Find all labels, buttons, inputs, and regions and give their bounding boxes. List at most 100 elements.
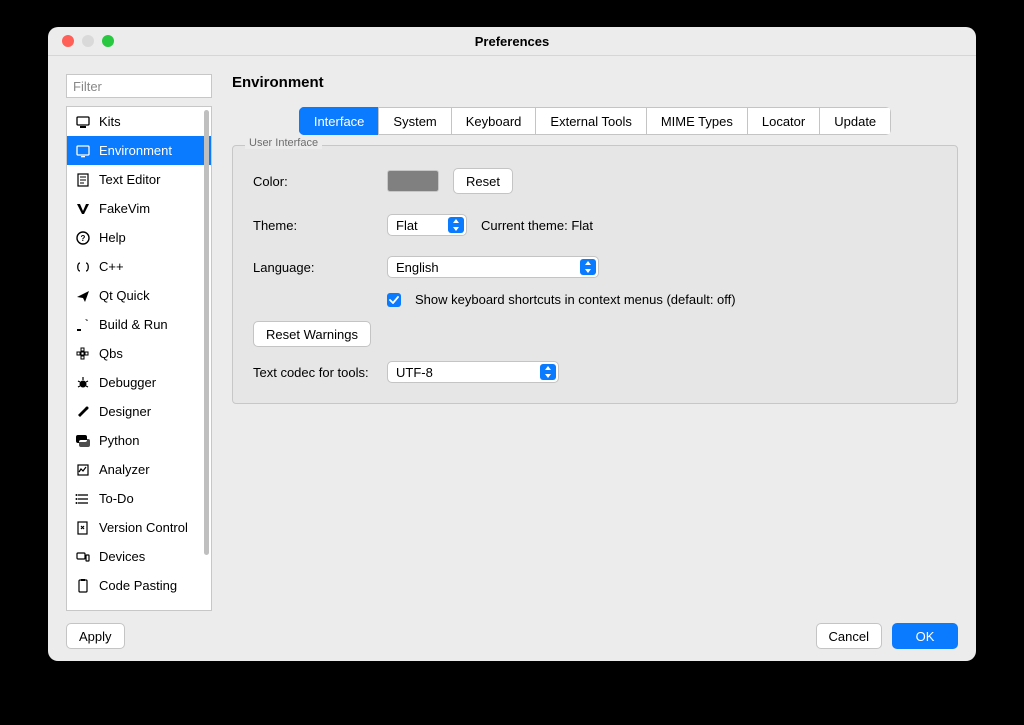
sidebar-item-label: Text Editor: [99, 172, 160, 187]
category-sidebar: Kits Environment Text Editor FakeVim Help C++…: [66, 106, 212, 611]
python-icon: [75, 433, 91, 449]
tabs-area: InterfaceSystemKeyboardExternal ToolsMIM…: [232, 107, 958, 135]
qbs-icon: [75, 346, 91, 362]
footer: Apply Cancel OK: [66, 611, 958, 649]
codepasting-icon: [75, 578, 91, 594]
sidebar-item-qt-quick[interactable]: Qt Quick: [67, 281, 211, 310]
main-pane: Environment InterfaceSystemKeyboardExter…: [232, 74, 958, 611]
sidebar-item-c-[interactable]: C++: [67, 252, 211, 281]
sidebar-item-label: Designer: [99, 404, 151, 419]
analyzer-icon: [75, 462, 91, 478]
row-theme: Theme: Flat Current theme: Flat: [253, 214, 937, 236]
language-select[interactable]: English: [387, 256, 599, 278]
codec-select-value: UTF-8: [396, 365, 433, 380]
color-swatch[interactable]: [387, 170, 439, 192]
sidebar-item-python[interactable]: Python: [67, 426, 211, 455]
sidebar-item-label: Version Control: [99, 520, 188, 535]
sidebar-item-label: Kits: [99, 114, 121, 129]
sidebar-item-label: Build & Run: [99, 317, 168, 332]
tab-mime-types[interactable]: MIME Types: [646, 107, 747, 135]
devices-icon: [75, 549, 91, 565]
sidebar-item-label: Qt Quick: [99, 288, 150, 303]
sidebar-item-analyzer[interactable]: Analyzer: [67, 455, 211, 484]
sidebar-item-label: C++: [99, 259, 124, 274]
chevron-updown-icon: [583, 260, 593, 274]
sidebar-item-fakevim[interactable]: FakeVim: [67, 194, 211, 223]
page-title: Environment: [232, 74, 958, 91]
tab-locator[interactable]: Locator: [747, 107, 819, 135]
text-editor-icon: [75, 172, 91, 188]
sidebar-item-label: FakeVim: [99, 201, 150, 216]
chevron-updown-icon: [543, 365, 553, 379]
shortcuts-checkbox-label: Show keyboard shortcuts in context menus…: [415, 292, 736, 307]
buildrun-icon: [75, 317, 91, 333]
qtquick-icon: [75, 288, 91, 304]
sidebar-item-qbs[interactable]: Qbs: [67, 339, 211, 368]
row-color: Color: Reset: [253, 168, 937, 194]
sidebar-item-code-pasting[interactable]: Code Pasting: [67, 571, 211, 600]
sidebar-wrap: Kits Environment Text Editor FakeVim Help C++…: [66, 106, 212, 611]
sidebar-item-label: To-Do: [99, 491, 134, 506]
window-body: Filter Kits Environment Text Editor FakeVim…: [48, 56, 976, 661]
tab-interface[interactable]: Interface: [299, 107, 379, 135]
sidebar-item-label: Environment: [99, 143, 172, 158]
sidebar-item-to-do[interactable]: To-Do: [67, 484, 211, 513]
shortcuts-checkbox[interactable]: [387, 293, 401, 307]
group-legend: User Interface: [245, 137, 322, 149]
tab-system[interactable]: System: [378, 107, 450, 135]
upper-area: Filter Kits Environment Text Editor FakeVim…: [66, 74, 958, 611]
sidebar-item-label: Analyzer: [99, 462, 150, 477]
tab-keyboard[interactable]: Keyboard: [451, 107, 536, 135]
fakevim-icon: [75, 201, 91, 217]
ok-button[interactable]: OK: [892, 623, 958, 649]
reset-warnings-button[interactable]: Reset Warnings: [253, 321, 371, 347]
chevron-updown-icon: [451, 218, 461, 232]
tab-bar: InterfaceSystemKeyboardExternal ToolsMIM…: [299, 107, 891, 135]
window-title: Preferences: [48, 34, 976, 49]
sidebar-item-label: Qbs: [99, 346, 123, 361]
language-select-value: English: [396, 260, 439, 275]
label-language: Language:: [253, 260, 373, 275]
left-column: Filter Kits Environment Text Editor FakeVim…: [66, 74, 212, 611]
filter-input[interactable]: Filter: [66, 74, 212, 98]
row-shortcuts: Show keyboard shortcuts in context menus…: [253, 292, 937, 307]
reset-color-button[interactable]: Reset: [453, 168, 513, 194]
sidebar-item-label: Python: [99, 433, 139, 448]
tab-update[interactable]: Update: [819, 107, 891, 135]
sidebar-item-debugger[interactable]: Debugger: [67, 368, 211, 397]
sidebar-item-help[interactable]: Help: [67, 223, 211, 252]
label-codec: Text codec for tools:: [253, 365, 373, 380]
sidebar-item-text-editor[interactable]: Text Editor: [67, 165, 211, 194]
theme-select-value: Flat: [396, 218, 418, 233]
apply-button[interactable]: Apply: [66, 623, 125, 649]
sidebar-item-version-control[interactable]: Version Control: [67, 513, 211, 542]
cancel-button[interactable]: Cancel: [816, 623, 882, 649]
kits-icon: [75, 114, 91, 130]
sidebar-item-label: Debugger: [99, 375, 156, 390]
codec-select[interactable]: UTF-8: [387, 361, 559, 383]
current-theme-label: Current theme: Flat: [481, 218, 593, 233]
help-icon: [75, 230, 91, 246]
cpp-icon: [75, 259, 91, 275]
user-interface-group: User Interface Color: Reset Theme: Flat: [232, 145, 958, 404]
sidebar-item-label: Help: [99, 230, 126, 245]
sidebar-scrollbar[interactable]: [204, 110, 209, 555]
sidebar-item-label: Devices: [99, 549, 145, 564]
titlebar: Preferences: [48, 27, 976, 56]
label-color: Color:: [253, 174, 373, 189]
sidebar-item-environment[interactable]: Environment: [67, 136, 211, 165]
row-codec: Text codec for tools: UTF-8: [253, 361, 937, 383]
todo-icon: [75, 491, 91, 507]
theme-select[interactable]: Flat: [387, 214, 467, 236]
sidebar-item-kits[interactable]: Kits: [67, 107, 211, 136]
sidebar-item-designer[interactable]: Designer: [67, 397, 211, 426]
preferences-window: Preferences Filter Kits Environment Text E…: [48, 27, 976, 661]
designer-icon: [75, 404, 91, 420]
tab-external-tools[interactable]: External Tools: [535, 107, 645, 135]
sidebar-item-label: Code Pasting: [99, 578, 177, 593]
sidebar-item-build-run[interactable]: Build & Run: [67, 310, 211, 339]
row-reset-warnings: Reset Warnings: [253, 321, 937, 347]
environment-icon: [75, 143, 91, 159]
sidebar-item-devices[interactable]: Devices: [67, 542, 211, 571]
row-language: Language: English: [253, 256, 937, 278]
